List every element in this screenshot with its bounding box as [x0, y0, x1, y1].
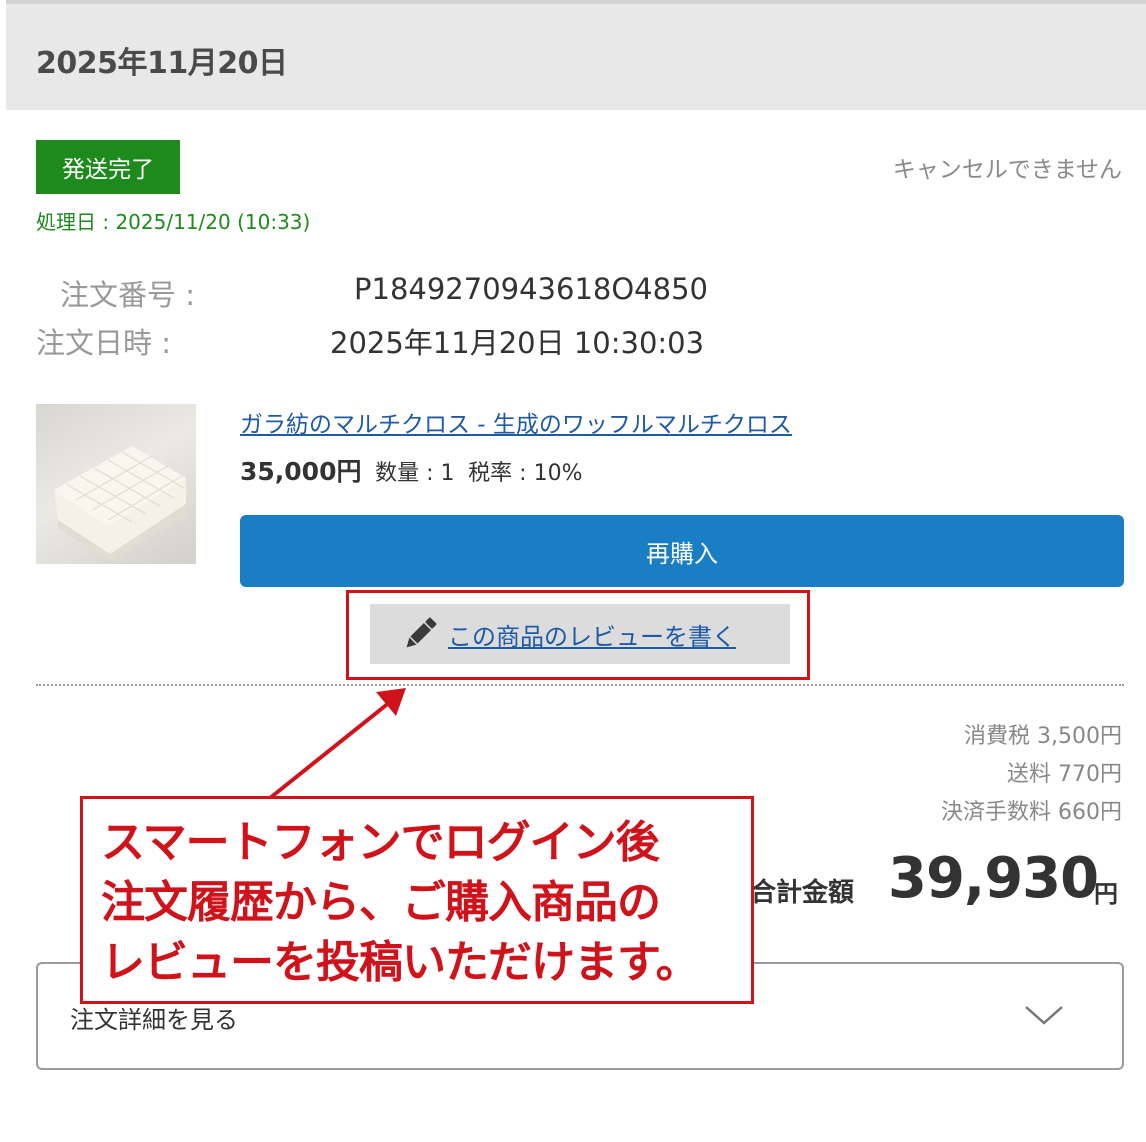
- payment-fee: 決済手数料 660円: [941, 800, 1122, 825]
- folded-cloth-icon: [54, 446, 186, 562]
- total-unit: 円: [1094, 880, 1118, 908]
- status-badge: 発送完了: [36, 140, 180, 194]
- write-review-label: この商品のレビューを書く: [448, 622, 736, 651]
- order-date-header: 2025年11月20日: [6, 4, 1146, 110]
- order-datetime-value: 2025年11月20日 10:30:03: [330, 326, 705, 360]
- product-price: 35,000円: [240, 457, 362, 486]
- consumption-tax: 消費税 3,500円: [964, 724, 1122, 749]
- product-tax-rate: 税率 : 10%: [468, 461, 583, 486]
- write-review-button[interactable]: この商品のレビューを書く: [370, 604, 790, 664]
- order-datetime-label: 注文日時 :: [36, 326, 171, 360]
- pencil-icon: [406, 617, 437, 648]
- processed-date: 処理日 : 2025/11/20 (10:33): [36, 210, 311, 234]
- annotation-line-2: 注文履歴から、ご購入商品の: [101, 877, 661, 928]
- order-number-label: 注文番号 :: [60, 278, 195, 312]
- order-details-label: 注文詳細を見る: [70, 1006, 238, 1034]
- rebuy-button[interactable]: 再購入: [240, 515, 1124, 587]
- product-name-link[interactable]: ガラ紡のマルチクロス - 生成のワッフルマルチクロス: [240, 405, 792, 439]
- annotation-arrow-icon: [268, 688, 406, 800]
- product-image[interactable]: [36, 404, 196, 564]
- annotation-line-1: スマートフォンでログイン後: [101, 817, 660, 868]
- order-date-title: 2025年11月20日: [36, 46, 288, 81]
- total-label: 合計金額: [750, 878, 855, 908]
- annotation-callout: スマートフォンでログイン後 注文履歴から、ご購入商品の レビューを投稿いただけま…: [80, 796, 754, 1004]
- product-quantity: 数量 : 1: [375, 461, 455, 486]
- price-line: 35,000円 数量 : 1 税率 : 10%: [240, 452, 582, 488]
- cancel-note: キャンセルできません: [892, 157, 1122, 183]
- chevron-down-icon: [1025, 1006, 1063, 1025]
- order-number-value: P1849270943618O4850: [354, 272, 708, 306]
- annotation-line-3: レビューを投稿いただけます。: [101, 937, 700, 988]
- dotted-divider: [36, 684, 1124, 686]
- shipping-fee: 送料 770円: [1007, 762, 1122, 787]
- total-amount: 39,930: [888, 846, 1099, 911]
